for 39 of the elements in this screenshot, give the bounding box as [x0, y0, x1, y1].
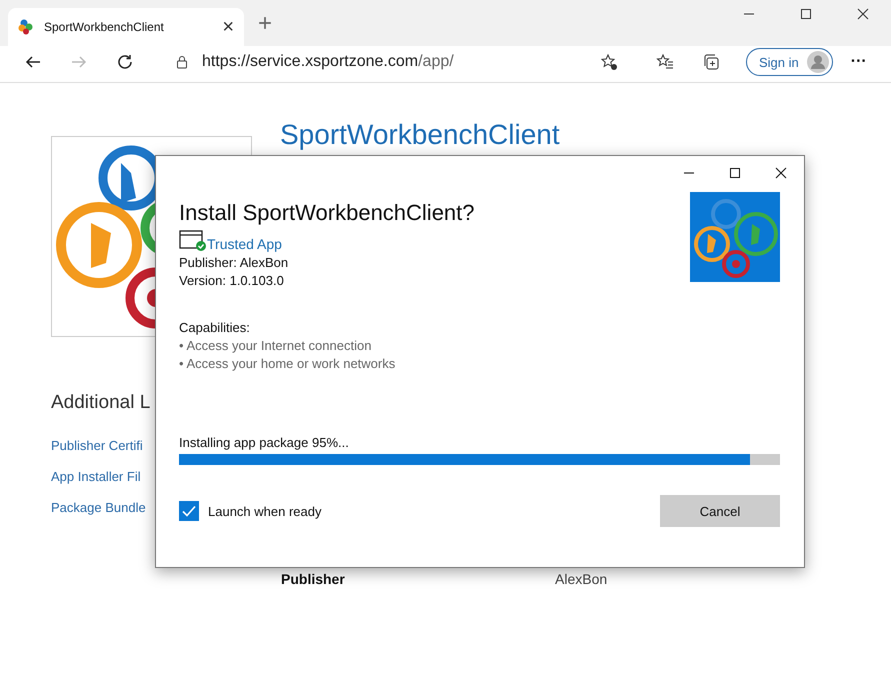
add-favorite-icon[interactable]	[600, 53, 618, 71]
browser-tab[interactable]: SportWorkbenchClient ×	[8, 8, 244, 46]
collections-icon[interactable]	[702, 53, 720, 71]
link[interactable]: App Installer Fil	[51, 469, 141, 484]
link[interactable]: Publisher Certifi	[51, 438, 143, 453]
lock-icon	[176, 55, 188, 69]
refresh-icon[interactable]	[116, 53, 134, 71]
capability-item: • Access your home or work networks	[179, 356, 396, 371]
app-icon	[690, 192, 780, 282]
launch-checkbox[interactable]	[179, 501, 199, 521]
url-text: https://service.xsportzone.com/app/	[202, 53, 455, 71]
maximize-icon[interactable]	[800, 8, 812, 20]
dialog-title: Install SportWorkbenchClient?	[179, 200, 475, 226]
more-button[interactable]: ···	[850, 53, 867, 71]
version-text: Version: 1.0.103.0	[179, 273, 285, 288]
maximize-icon[interactable]	[729, 167, 741, 179]
section-title: Additional L	[51, 392, 152, 414]
sign-in-button[interactable]: Sign in	[746, 48, 833, 76]
info-label: Publisher	[281, 571, 346, 587]
close-icon[interactable]	[775, 167, 787, 179]
avatar-icon	[806, 51, 829, 73]
new-tab-button[interactable]: +	[258, 10, 272, 38]
close-icon[interactable]	[857, 8, 869, 20]
progress-label: Installing app package 95%...	[179, 435, 350, 450]
cancel-button[interactable]: Cancel	[660, 495, 780, 527]
publisher-text: Publisher: AlexBon	[179, 255, 290, 270]
launch-label: Launch when ready	[208, 504, 322, 518]
tab-title: SportWorkbenchClient	[44, 20, 165, 34]
capabilities-label: Capabilities:	[179, 320, 251, 335]
info-value: AlexBon	[555, 571, 608, 587]
app-heading: SportWorkbenchClient	[280, 118, 560, 152]
trusted-app-icon	[179, 230, 207, 252]
link[interactable]: Package Bundle	[51, 500, 146, 515]
check-icon	[181, 503, 197, 519]
capability-item: • Access your Internet connection	[179, 338, 372, 353]
trusted-app-label: Trusted App	[207, 236, 282, 252]
sport-logo-icon	[18, 19, 34, 35]
close-tab-button[interactable]: ×	[222, 16, 234, 38]
favorites-icon[interactable]	[656, 53, 674, 71]
